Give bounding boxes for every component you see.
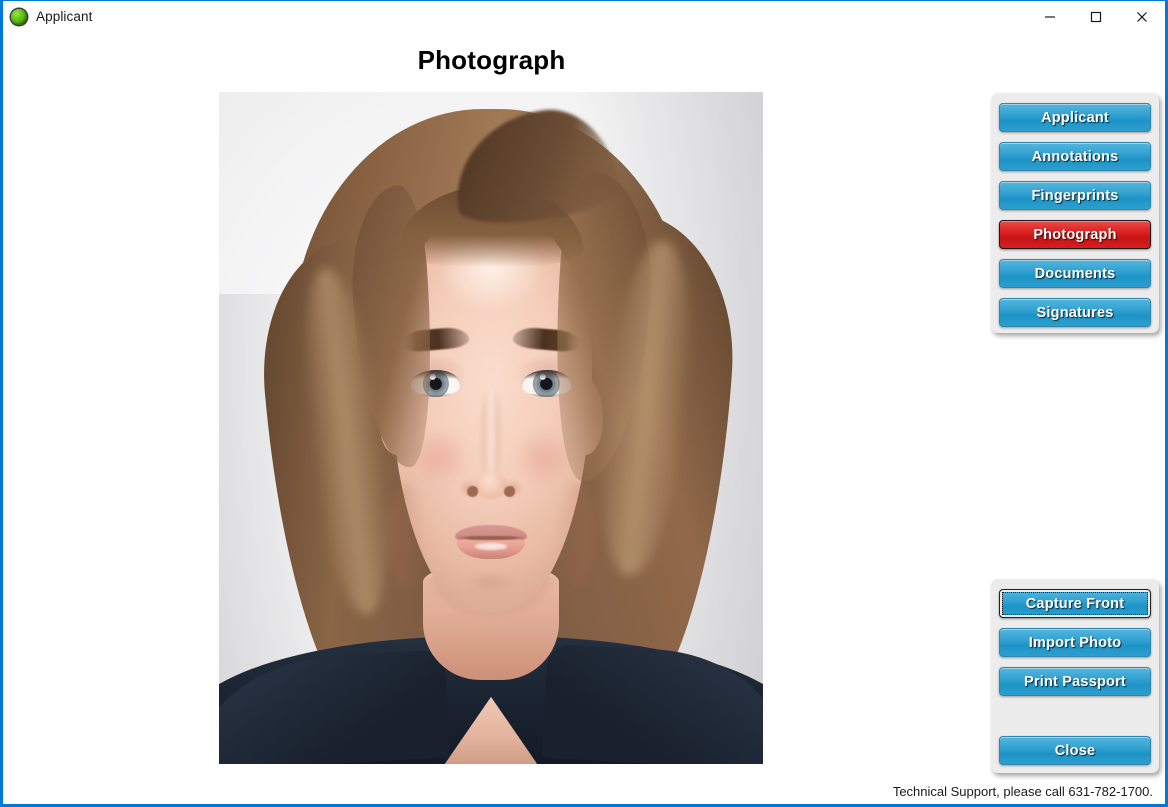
nose-bridge bbox=[482, 387, 500, 482]
applicant-photograph[interactable] bbox=[219, 92, 763, 764]
import-photo-button[interactable]: Import Photo bbox=[999, 628, 1151, 657]
window-controls bbox=[1027, 1, 1165, 32]
nav-label-fingerprints: Fingerprints bbox=[1031, 187, 1119, 204]
nav-button-documents[interactable]: Documents bbox=[999, 259, 1151, 288]
nav-button-signatures[interactable]: Signatures bbox=[999, 298, 1151, 327]
nav-label-documents: Documents bbox=[1034, 265, 1116, 282]
chin-shadow bbox=[463, 572, 519, 593]
nav-label-photograph: Photograph bbox=[1033, 226, 1117, 243]
nav-button-applicant[interactable]: Applicant bbox=[999, 103, 1151, 132]
maximize-icon[interactable] bbox=[1073, 1, 1119, 32]
close-button[interactable]: Close bbox=[999, 736, 1151, 765]
nav-button-annotations[interactable]: Annotations bbox=[999, 142, 1151, 171]
app-green-orb-icon bbox=[11, 8, 27, 25]
lip-highlight bbox=[474, 542, 508, 550]
title-bar: Applicant bbox=[3, 1, 1165, 32]
nav-label-applicant: Applicant bbox=[1041, 109, 1109, 126]
import-photo-label: Import Photo bbox=[1028, 634, 1122, 651]
section-nav-panel: Applicant Annotations Fingerprints Photo… bbox=[991, 93, 1159, 333]
minimize-icon[interactable] bbox=[1027, 1, 1073, 32]
print-passport-button[interactable]: Print Passport bbox=[999, 667, 1151, 696]
nav-label-annotations: Annotations bbox=[1031, 148, 1119, 165]
jaw-shadow-left bbox=[387, 481, 426, 590]
capture-front-label: Capture Front bbox=[1025, 595, 1125, 612]
window-title: Applicant bbox=[36, 9, 93, 24]
capture-front-button[interactable]: Capture Front bbox=[999, 589, 1151, 618]
page-title: Photograph bbox=[417, 45, 566, 75]
close-label: Close bbox=[1054, 742, 1096, 759]
nostril-right bbox=[503, 485, 515, 498]
nav-button-photograph[interactable]: Photograph bbox=[999, 220, 1151, 249]
close-icon[interactable] bbox=[1119, 1, 1165, 32]
application-window: Applicant Photograph Applicant Annotatio… bbox=[0, 0, 1168, 807]
nav-button-fingerprints[interactable]: Fingerprints bbox=[999, 181, 1151, 210]
nav-label-signatures: Signatures bbox=[1036, 304, 1114, 321]
photo-actions-panel: Capture Front Import Photo Print Passpor… bbox=[991, 579, 1159, 773]
mouth-line bbox=[455, 536, 527, 540]
print-passport-label: Print Passport bbox=[1024, 673, 1126, 690]
technical-support-text: Technical Support, please call 631-782-1… bbox=[892, 784, 1153, 799]
